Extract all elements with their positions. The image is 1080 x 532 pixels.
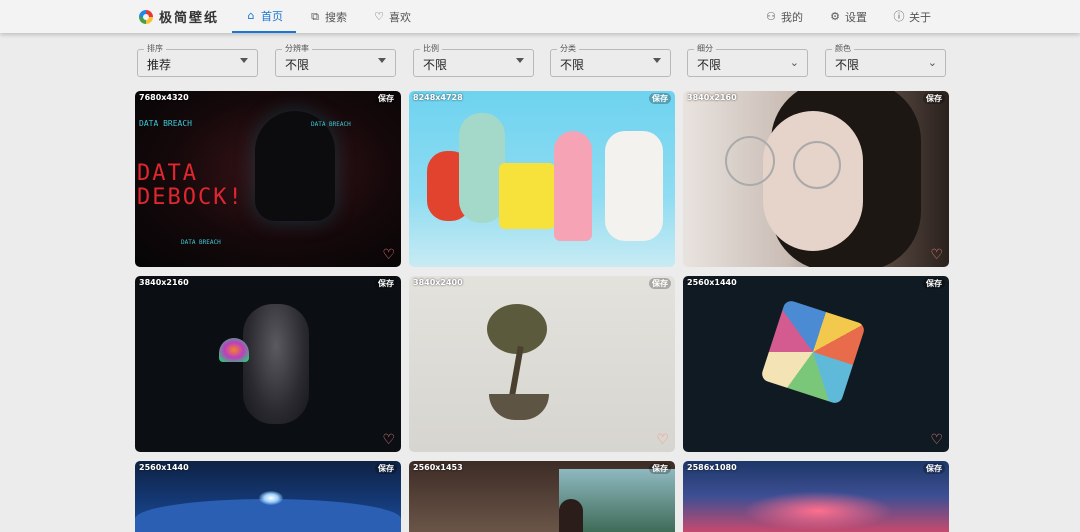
heart-icon[interactable]: ♡ [930, 248, 943, 262]
overlay-text: DEBOCK! [137, 185, 244, 210]
chevron-down-icon: ⌄ [789, 56, 799, 69]
character-star [554, 131, 592, 241]
heart-icon[interactable]: ♡ [930, 433, 943, 447]
sort-select[interactable]: 排序 推荐 [137, 44, 258, 77]
wallpaper-card[interactable]: 3840x2400 保存 ♡ [409, 276, 675, 452]
ratio-select-label: 比例 [420, 44, 442, 54]
character-head [559, 499, 583, 532]
astronaut [243, 304, 309, 424]
user-icon: ⚇ [766, 10, 776, 23]
floating-island [489, 394, 549, 420]
resolution-label: 3840x2400 [413, 278, 463, 287]
user-nav: ⚇ 我的 ⚙ 设置 ⓘ 关于 [752, 0, 944, 33]
sky-glow [743, 491, 893, 531]
wallpaper-card[interactable]: 2560x1453 保存 [409, 461, 675, 532]
nav-mine[interactable]: ⚇ 我的 [752, 0, 816, 33]
nav-tab-home-label: 首页 [261, 9, 283, 23]
category-select-value: 不限 [560, 58, 585, 72]
color-select-value: 不限 [835, 58, 860, 72]
rubiks-cube [760, 299, 866, 405]
nav-tab-likes[interactable]: ♡ 喜欢 [360, 0, 424, 33]
color-select[interactable]: 颜色 不限 ⌄ [825, 44, 946, 77]
resolution-select-label: 分辨率 [282, 44, 312, 54]
category-select-label: 分类 [557, 44, 579, 54]
logo-icon [139, 9, 153, 24]
ratio-select[interactable]: 比例 不限 [413, 44, 534, 77]
home-icon: ⌂ [247, 9, 255, 22]
nav-tab-likes-label: 喜欢 [389, 10, 411, 24]
resolution-label: 8248x4728 [413, 93, 463, 102]
nav-tab-search[interactable]: ⧉ 搜索 [296, 0, 360, 33]
wallpaper-card[interactable]: 3840x2160 保存 ♡ [683, 91, 949, 267]
save-button[interactable]: 保存 [375, 463, 397, 474]
nav-tab-search-label: 搜索 [325, 10, 347, 24]
character-squirrel [605, 131, 663, 241]
app-name: 极简壁纸 [159, 11, 220, 26]
resolution-label: 3840x2160 [687, 93, 737, 102]
nav-about[interactable]: ⓘ 关于 [880, 0, 944, 33]
heart-icon[interactable]: ♡ [656, 433, 669, 447]
save-button[interactable]: 保存 [375, 278, 397, 289]
subcategory-select[interactable]: 细分 不限 ⌄ [687, 44, 808, 77]
nav-settings-label: 设置 [845, 10, 867, 24]
save-button[interactable]: 保存 [923, 93, 945, 104]
info-icon: ⓘ [893, 10, 905, 23]
resolution-label: 2586x1080 [687, 463, 737, 472]
resolution-label: 3840x2160 [139, 278, 189, 287]
resolution-select-value: 不限 [285, 58, 310, 72]
tree-trunk [508, 345, 524, 402]
caret-down-icon [653, 58, 661, 63]
caret-down-icon [516, 58, 524, 63]
caret-down-icon [240, 58, 248, 63]
caret-down-icon [378, 58, 386, 63]
wallpaper-card[interactable]: 2560x1440 保存 [135, 461, 401, 532]
overlay-text: DATA BREACH [181, 239, 221, 246]
resolution-label: 7680x4320 [139, 93, 189, 102]
subcategory-select-value: 不限 [697, 58, 722, 72]
category-select[interactable]: 分类 不限 [550, 44, 671, 77]
wallpaper-card[interactable]: DATA BREACH DATA BREACH DATA BREACH DATA… [135, 91, 401, 267]
heart-icon[interactable]: ♡ [382, 248, 395, 262]
app-logo[interactable]: 极简壁纸 [139, 7, 219, 26]
subcategory-select-label: 细分 [694, 44, 716, 54]
wallpaper-card[interactable]: 2586x1080 保存 [683, 461, 949, 532]
heart-icon[interactable]: ♡ [382, 433, 395, 447]
chevron-down-icon: ⌄ [927, 56, 937, 69]
save-button[interactable]: 保存 [375, 93, 397, 104]
gear-icon: ⚙ [830, 10, 840, 23]
nav-tab-home[interactable]: ⌂ 首页 [232, 0, 296, 33]
save-button[interactable]: 保存 [923, 278, 945, 289]
star-flare [259, 491, 283, 505]
jellyfish [219, 338, 249, 362]
wallpaper-card[interactable]: 2560x1440 保存 ♡ [683, 276, 949, 452]
overlay-text: DATA [137, 161, 198, 186]
resolution-label: 2560x1440 [687, 278, 737, 287]
sort-select-label: 排序 [144, 44, 166, 54]
wallpaper-card[interactable]: 3840x2160 保存 ♡ [135, 276, 401, 452]
color-select-label: 颜色 [832, 44, 854, 54]
resolution-label: 2560x1440 [139, 463, 189, 472]
overlay-text: DATA BREACH [311, 121, 351, 128]
glasses-lens [725, 136, 775, 186]
filter-bar: 排序 推荐 分辨率 不限 比例 不限 分类 不限 细分 不限 ⌄ 颜色 不限 ⌄ [137, 44, 946, 77]
sort-select-value: 推荐 [147, 58, 172, 72]
heart-icon: ♡ [374, 10, 384, 23]
wallpaper-card[interactable]: 8248x4728 保存 [409, 91, 675, 267]
main-nav: ⌂ 首页 ⧉ 搜索 ♡ 喜欢 [232, 0, 424, 33]
nav-settings[interactable]: ⚙ 设置 [816, 0, 880, 33]
save-button[interactable]: 保存 [649, 93, 671, 104]
save-button[interactable]: 保存 [923, 463, 945, 474]
save-button[interactable]: 保存 [649, 463, 671, 474]
ratio-select-value: 不限 [423, 58, 448, 72]
save-button[interactable]: 保存 [649, 278, 671, 289]
search-icon: ⧉ [311, 10, 319, 23]
resolution-select[interactable]: 分辨率 不限 [275, 44, 396, 77]
nav-about-label: 关于 [909, 10, 931, 24]
resolution-label: 2560x1453 [413, 463, 463, 472]
glasses-lens [793, 141, 841, 189]
overlay-text: DATA BREACH [139, 119, 192, 128]
top-app-bar: 极简壁纸 ⌂ 首页 ⧉ 搜索 ♡ 喜欢 ⚇ 我的 ⚙ 设置 ⓘ 关于 [0, 0, 1080, 33]
nav-mine-label: 我的 [781, 10, 803, 24]
character-sponge [499, 163, 555, 229]
